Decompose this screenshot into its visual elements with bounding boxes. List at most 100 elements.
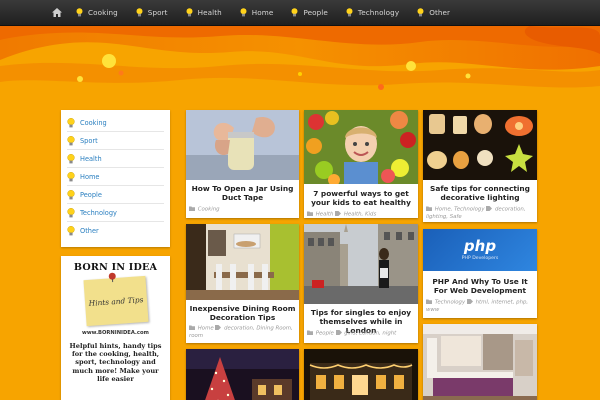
nav-item-cooking[interactable]: Cooking	[76, 8, 118, 17]
lightbulb-icon	[240, 8, 247, 17]
nav-item-technology[interactable]: Technology	[346, 8, 399, 17]
php-subtitle: PHP Developers	[461, 256, 499, 261]
folder-icon	[307, 330, 313, 335]
folder-icon	[426, 299, 432, 304]
sidebar-item-label: Home	[80, 172, 100, 181]
folder-icon	[189, 206, 195, 211]
sidebar-item-technology[interactable]: Technology	[67, 204, 164, 222]
promo-sticky-note: Hints and Tips	[82, 272, 149, 327]
sidebar-item-other[interactable]: Other	[67, 222, 164, 240]
lightbulb-icon	[67, 117, 75, 127]
post-title[interactable]: Inexpensive Dining Room Decoration Tips	[189, 304, 296, 322]
sidebar-item-sport[interactable]: Sport	[67, 132, 164, 150]
nav-item-health[interactable]: Health	[186, 8, 222, 17]
post-tags[interactable]: girls, London, night	[344, 331, 396, 337]
nav-item-label: People	[303, 8, 328, 17]
post-card[interactable]: 7 powerful ways to get your kids to eat …	[304, 110, 418, 218]
sidebar-item-health[interactable]: Health	[67, 150, 164, 168]
post-categories[interactable]: Home	[198, 326, 214, 332]
lightbulb-icon	[67, 135, 75, 145]
nav-item-label: Health	[197, 8, 222, 17]
post-categories[interactable]: Cooking	[198, 207, 220, 213]
header-banner	[0, 26, 600, 110]
post-meta: People girls, London, night	[307, 330, 415, 338]
post-card[interactable]	[304, 349, 418, 400]
tag-icon	[335, 211, 342, 216]
nav-item-home[interactable]: Home	[240, 8, 274, 17]
promo-description: Helpful hints, handy tips for the cookin…	[69, 342, 162, 383]
post-meta: Cooking	[189, 206, 296, 214]
folder-icon	[426, 206, 432, 211]
nav-item-other[interactable]: Other	[417, 8, 450, 17]
post-title[interactable]: Safe tips for connecting decorative ligh…	[426, 184, 534, 202]
tag-icon	[466, 299, 473, 304]
post-categories[interactable]: Health	[316, 212, 334, 218]
category-widget: Cooking Sport Health Home People Technol…	[61, 110, 170, 247]
sidebar-item-label: Cooking	[80, 118, 107, 127]
nav-item-label: Other	[429, 8, 451, 17]
post-thumbnail: php PHP Developers	[423, 229, 537, 271]
sidebar-item-label: Technology	[80, 208, 117, 217]
lightbulb-icon	[76, 8, 83, 17]
php-logo: php	[463, 237, 497, 255]
folder-icon	[189, 325, 195, 330]
post-thumbnail	[423, 110, 537, 180]
lightbulb-icon	[186, 8, 193, 17]
lightbulb-icon	[67, 171, 75, 181]
nav-item-label: Home	[251, 8, 274, 17]
nav-item-label: Technology	[357, 8, 400, 17]
post-thumbnail	[423, 324, 537, 400]
top-navigation: Cooking Sport Health Home People Technol…	[0, 0, 600, 26]
sidebar-item-label: People	[80, 190, 102, 199]
post-meta: Home, Technology decoration, lighting, S…	[426, 206, 534, 221]
post-thumbnail	[186, 349, 299, 400]
nav-item-people[interactable]: People	[291, 8, 328, 17]
sidebar-item-label: Sport	[80, 136, 98, 145]
promo-url: www.BORNINIDEA.com	[82, 330, 149, 336]
post-thumbnail	[304, 110, 418, 184]
nav-item-sport[interactable]: Sport	[136, 8, 168, 17]
folder-icon	[307, 211, 313, 216]
tag-icon	[335, 330, 342, 335]
post-meta: Home decoration, Dining Room, room	[189, 325, 296, 340]
lightbulb-icon	[291, 8, 298, 17]
post-card[interactable]: Inexpensive Dining Room Decoration Tips …	[186, 224, 299, 343]
lightbulb-icon	[67, 207, 75, 217]
post-categories[interactable]: Technology	[435, 300, 465, 306]
post-card[interactable]	[423, 324, 537, 400]
post-title[interactable]: 7 powerful ways to get your kids to eat …	[307, 189, 415, 207]
post-thumbnail	[304, 349, 418, 400]
post-meta: Technology html, internet, php, www	[426, 299, 534, 314]
sidebar-item-home[interactable]: Home	[67, 168, 164, 186]
sidebar-item-people[interactable]: People	[67, 186, 164, 204]
sidebar-item-cooking[interactable]: Cooking	[67, 114, 164, 132]
lightbulb-icon	[346, 8, 353, 17]
post-card[interactable]: Safe tips for connecting decorative ligh…	[423, 110, 537, 222]
post-title[interactable]: PHP And Why To Use It For Web Developmen…	[426, 277, 534, 295]
nav-item-label: Sport	[147, 8, 168, 17]
post-card[interactable]	[186, 349, 299, 400]
post-thumbnail	[186, 224, 299, 300]
post-categories[interactable]: Home, Technology	[435, 207, 485, 213]
post-title[interactable]: How To Open a Jar Using Duct Tape	[189, 184, 296, 202]
lightbulb-icon	[67, 226, 75, 236]
post-card[interactable]: Tips for singles to enjoy themselves whi…	[304, 224, 418, 343]
sidebar-item-label: Health	[80, 154, 102, 163]
home-icon[interactable]	[52, 8, 62, 17]
promo-note-text: Hints and Tips	[87, 294, 144, 308]
lightbulb-icon	[67, 189, 75, 199]
tag-icon	[486, 206, 493, 211]
post-thumbnail	[304, 224, 418, 304]
post-card[interactable]: php PHP Developers PHP And Why To Use It…	[423, 229, 537, 318]
sidebar-item-label: Other	[80, 227, 99, 235]
lightbulb-icon	[417, 8, 424, 17]
post-tags[interactable]: Health, Kids	[344, 212, 376, 218]
post-card[interactable]: How To Open a Jar Using Duct Tape Cookin…	[186, 110, 299, 218]
lightbulb-icon	[136, 8, 143, 17]
post-thumbnail	[186, 110, 299, 180]
nav-item-label: Cooking	[88, 8, 118, 17]
promo-widget[interactable]: BORN IN IDEA Hints and Tips www.BORNINID…	[61, 256, 170, 400]
post-categories[interactable]: People	[316, 331, 334, 337]
tag-icon	[215, 325, 222, 330]
pushpin-icon	[108, 272, 116, 283]
